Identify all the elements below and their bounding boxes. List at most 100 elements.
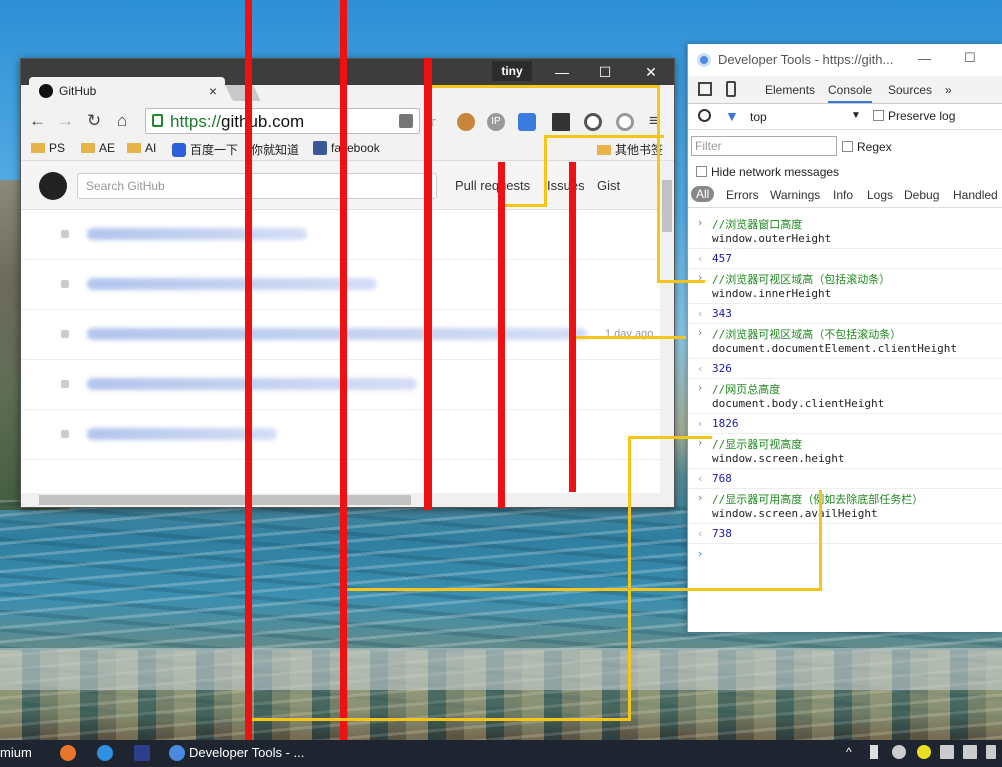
bookmark-ps[interactable]: PS (31, 141, 65, 155)
folder-icon (31, 143, 45, 153)
scrollbar-thumb[interactable] (662, 180, 672, 232)
console-code: window.innerHeight (712, 287, 832, 300)
device-mode-icon[interactable] (726, 81, 736, 97)
clear-console-icon[interactable] (698, 109, 711, 122)
sync-extension-icon[interactable] (584, 113, 602, 131)
console-comment: //浏览器窗口高度 (712, 218, 803, 231)
minimize-button[interactable]: — (542, 62, 582, 82)
chevron-down-icon[interactable]: ▼ (851, 110, 861, 121)
blurred-feed-text (87, 378, 417, 390)
log-level-bar: All Errors Warnings Info Logs Debug Hand… (688, 184, 1002, 208)
console-result: ‹ 343 (688, 304, 1002, 324)
connector-inner (544, 135, 547, 207)
nav-issues[interactable]: Issues (547, 178, 585, 193)
maximize-button[interactable]: ☐ (964, 50, 976, 66)
output-arrow-icon: ‹ (698, 252, 703, 265)
screen-avail-height-bar (340, 0, 347, 742)
bookmark-ae[interactable]: AE (81, 141, 115, 155)
reload-icon[interactable]: ↻ (87, 111, 101, 131)
usb-icon[interactable] (870, 745, 878, 759)
ip-extension-icon[interactable]: IP (487, 113, 505, 131)
back-icon[interactable]: ← (29, 111, 46, 131)
lock-icon (152, 114, 163, 127)
inspect-element-icon[interactable] (698, 82, 712, 96)
maximize-button[interactable]: ☐ (585, 62, 625, 82)
horizontal-scrollbar[interactable] (21, 493, 674, 507)
level-warnings[interactable]: Warnings (770, 188, 820, 202)
bookmark-ai[interactable]: AI (127, 141, 156, 155)
nav-gist[interactable]: Gist (597, 178, 620, 193)
level-info[interactable]: Info (833, 188, 853, 202)
minimize-button[interactable]: — (918, 51, 931, 66)
more-tabs-icon[interactable]: » (945, 83, 952, 97)
qr-code-icon[interactable] (552, 113, 570, 131)
hide-network-checkbox[interactable]: Hide network messages (696, 165, 1002, 179)
star-event-icon (61, 230, 69, 238)
taskbar-devtools-label[interactable]: Developer Tools - ... (189, 745, 304, 760)
console-input-entry: ›//浏览器可视区域高（包括滚动条） window.innerHeight (688, 269, 1002, 304)
google-translate-icon[interactable] (518, 113, 536, 131)
tab-console[interactable]: Console (828, 83, 873, 103)
console-prompt[interactable]: › (688, 544, 1002, 560)
level-debug[interactable]: Debug (904, 188, 939, 202)
plus-app-icon[interactable] (917, 745, 931, 759)
input-arrow-icon: › (698, 216, 703, 229)
octocat-logo-icon[interactable] (39, 172, 67, 200)
chrome-icon (697, 53, 711, 67)
console-code: document.body.clientHeight (712, 397, 885, 410)
browser-app-icon[interactable] (97, 745, 113, 761)
address-bar[interactable]: https://github.com ☆ (145, 108, 437, 134)
close-button[interactable]: ✕ (631, 62, 671, 82)
vertical-scrollbar[interactable] (660, 162, 674, 493)
bookmark-other[interactable]: 其他书签 (597, 141, 663, 158)
level-handled[interactable]: Handled (953, 188, 998, 202)
chevron-up-icon[interactable]: ^ (846, 745, 852, 759)
level-logs[interactable]: Logs (867, 188, 893, 202)
console-code: window.screen.height (712, 452, 845, 465)
powershell-icon[interactable] (134, 745, 150, 761)
connector-outer (432, 85, 660, 88)
forward-icon[interactable]: → (57, 111, 74, 131)
connector-avail (819, 490, 822, 590)
console-result: ‹ 1826 (688, 414, 1002, 434)
bookmark-zhidao[interactable]: 你就知道 (251, 141, 299, 158)
new-tab-button[interactable] (225, 85, 261, 101)
network-icon[interactable] (940, 745, 954, 759)
volume-icon[interactable] (986, 745, 996, 759)
console-input-entry: › //浏览器可视区域高（不包括滚动条） document.documentElem… (688, 324, 1002, 359)
bookmark-baidu[interactable]: 百度一下 (172, 141, 238, 158)
circle-extension-icon[interactable] (616, 113, 634, 131)
output-arrow-icon: ‹ (698, 417, 703, 430)
wechat-icon[interactable] (892, 745, 906, 759)
taskbar-chromium-label[interactable]: mium (0, 745, 32, 760)
regex-checkbox[interactable]: Regex (842, 140, 1002, 154)
devtools-titlebar[interactable]: Developer Tools - https://gith... — ☐ (688, 44, 1002, 76)
translate-icon[interactable] (399, 114, 413, 128)
nav-pull-requests[interactable]: Pull requests (455, 178, 530, 193)
console-comment: //浏览器可视区域高（包括滚动条） (712, 273, 891, 286)
level-errors[interactable]: Errors (726, 188, 759, 202)
tab-github[interactable]: GitHub × (29, 77, 225, 105)
chrome-icon[interactable] (169, 745, 185, 761)
github-favicon-icon (39, 84, 53, 98)
taskbar: mium Developer Tools - ... ^ (0, 740, 1002, 767)
cookie-extension-icon[interactable] (457, 113, 475, 131)
tab-sources[interactable]: Sources (888, 83, 932, 97)
home-icon[interactable]: ⌂ (117, 111, 127, 131)
display-icon[interactable] (963, 745, 977, 759)
firefox-icon[interactable] (60, 745, 76, 761)
level-all[interactable]: All (691, 186, 715, 202)
preserve-log-checkbox[interactable]: Preserve log (873, 109, 955, 123)
tab-close-icon[interactable]: × (209, 83, 217, 99)
outer-height-bar (424, 58, 432, 510)
connector-screen (628, 436, 712, 439)
filter-icon[interactable]: ▼ (725, 108, 739, 124)
facebook-icon (313, 141, 327, 155)
context-select[interactable]: top (750, 110, 767, 124)
tab-elements[interactable]: Elements (765, 83, 815, 97)
github-search-input[interactable]: Search GitHub (77, 173, 437, 199)
connector-screen (252, 718, 631, 721)
browser-titlebar[interactable]: tiny — ☐ ✕ GitHub × (21, 59, 674, 105)
scrollbar-thumb[interactable] (39, 495, 411, 505)
filter-input[interactable]: Filter (691, 136, 837, 156)
